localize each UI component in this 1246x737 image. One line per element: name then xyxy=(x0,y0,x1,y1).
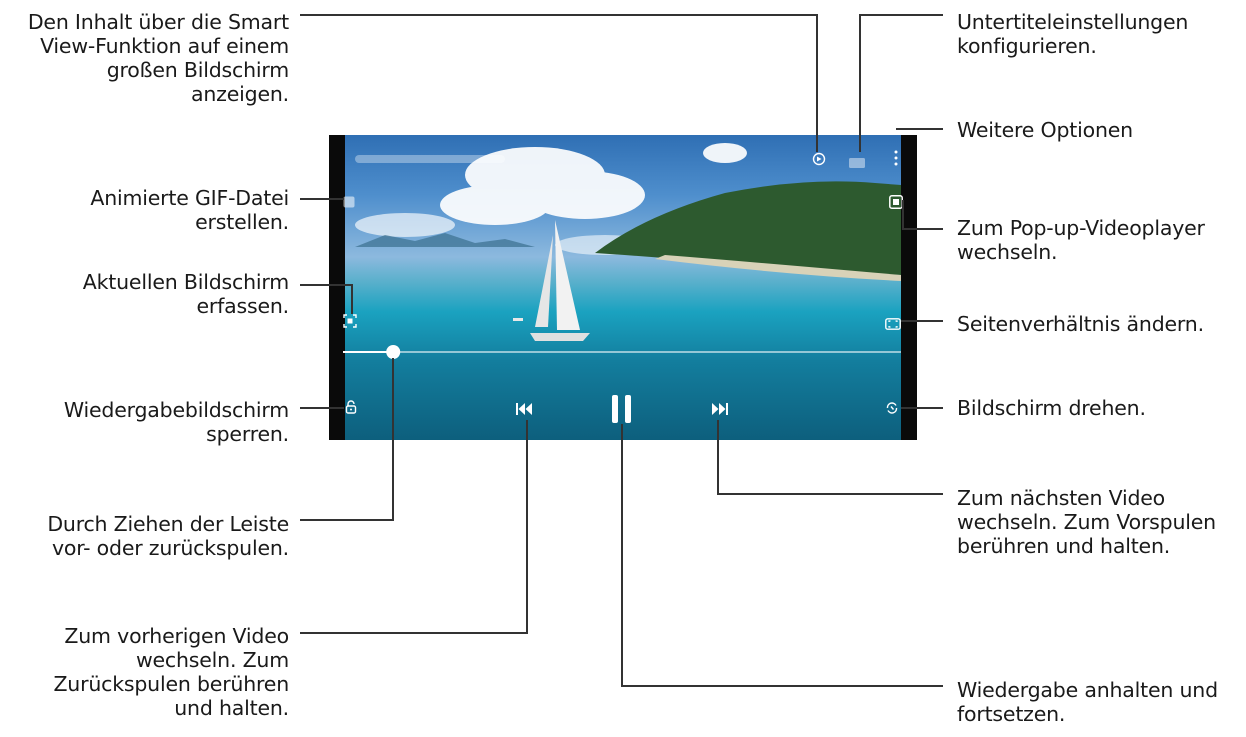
rotate-button[interactable] xyxy=(885,400,899,414)
connector-capture xyxy=(300,284,352,286)
skip-previous-icon xyxy=(516,403,532,415)
connector-popup-drop xyxy=(902,200,904,230)
connector-seek-rise xyxy=(392,358,394,521)
callout-lock: Wiedergabebildschirm sperren. xyxy=(63,398,289,446)
callout-aspect: Seitenverhältnis ändern. xyxy=(957,312,1204,336)
previous-button[interactable] xyxy=(516,401,532,415)
callout-gif: Animierte GIF-Datei erstellen. xyxy=(90,186,289,234)
connector-previous xyxy=(300,632,527,634)
seek-progress xyxy=(343,351,394,353)
popup-player-icon xyxy=(889,195,903,209)
subtitles-icon xyxy=(849,158,865,168)
connector-pause-rise xyxy=(621,424,623,687)
gif-button[interactable] xyxy=(343,193,355,208)
seek-bar[interactable] xyxy=(343,345,901,359)
callout-capture: Aktuellen Bildschirm erfassen. xyxy=(82,270,289,318)
capture-button[interactable] xyxy=(343,313,357,328)
more-vertical-icon xyxy=(894,150,898,166)
aspect-ratio-button[interactable] xyxy=(885,315,901,330)
gif-icon xyxy=(343,196,355,208)
seek-bar-graphic xyxy=(343,345,901,359)
smart-view-button[interactable] xyxy=(812,151,826,166)
rotate-icon xyxy=(886,402,898,414)
callout-pause: Wiedergabe anhalten und fortsetzen. xyxy=(957,678,1218,726)
callout-rotate: Bildschirm drehen. xyxy=(957,396,1146,420)
connector-rotate xyxy=(901,407,943,409)
lock-icon xyxy=(345,400,357,414)
connector-popup xyxy=(903,228,943,230)
next-button[interactable] xyxy=(712,401,728,415)
callout-previous: Zum vorherigen Video wechseln. Zum Zurüc… xyxy=(53,624,289,720)
connector-pause xyxy=(622,685,943,687)
subtitles-button[interactable] xyxy=(849,153,865,168)
connector-next xyxy=(718,493,943,495)
connector-lock xyxy=(300,407,344,409)
seek-track xyxy=(343,351,901,353)
pause-icon xyxy=(612,395,631,423)
capture-icon xyxy=(343,314,357,328)
callout-smart-view: Den Inhalt über die Smart View-Funktion … xyxy=(27,10,289,106)
connector-seek xyxy=(300,519,393,521)
connector-subtitles-drop xyxy=(859,14,861,152)
callout-more-options: Weitere Optionen xyxy=(957,118,1133,142)
callout-seek: Durch Ziehen der Leiste vor- oder zurück… xyxy=(47,512,289,560)
seek-thumb[interactable] xyxy=(386,345,401,359)
callout-subtitles: Untertiteleinstellungen konfigurieren. xyxy=(957,10,1189,58)
connector-gif xyxy=(300,198,344,200)
connector-smart-view xyxy=(300,14,817,16)
skip-next-icon xyxy=(712,403,728,415)
connector-capture-drop xyxy=(351,284,353,314)
callout-popup: Zum Pop-up-Videoplayer wechseln. xyxy=(957,216,1205,264)
video-player[interactable] xyxy=(329,135,917,440)
connector-next-rise xyxy=(717,420,719,495)
pause-button[interactable] xyxy=(612,395,632,423)
connector-more-options xyxy=(896,128,943,130)
lock-button[interactable] xyxy=(345,399,357,414)
more-options-button[interactable] xyxy=(893,149,899,167)
connector-previous-rise xyxy=(526,420,528,634)
connector-aspect xyxy=(901,320,943,322)
popup-player-button[interactable] xyxy=(889,194,903,209)
aspect-ratio-icon xyxy=(885,318,901,330)
connector-smart-view-drop xyxy=(816,14,818,152)
connector-subtitles xyxy=(860,14,943,16)
smart-view-icon xyxy=(812,152,826,166)
callout-next: Zum nächsten Video wechseln. Zum Vorspul… xyxy=(957,486,1216,558)
